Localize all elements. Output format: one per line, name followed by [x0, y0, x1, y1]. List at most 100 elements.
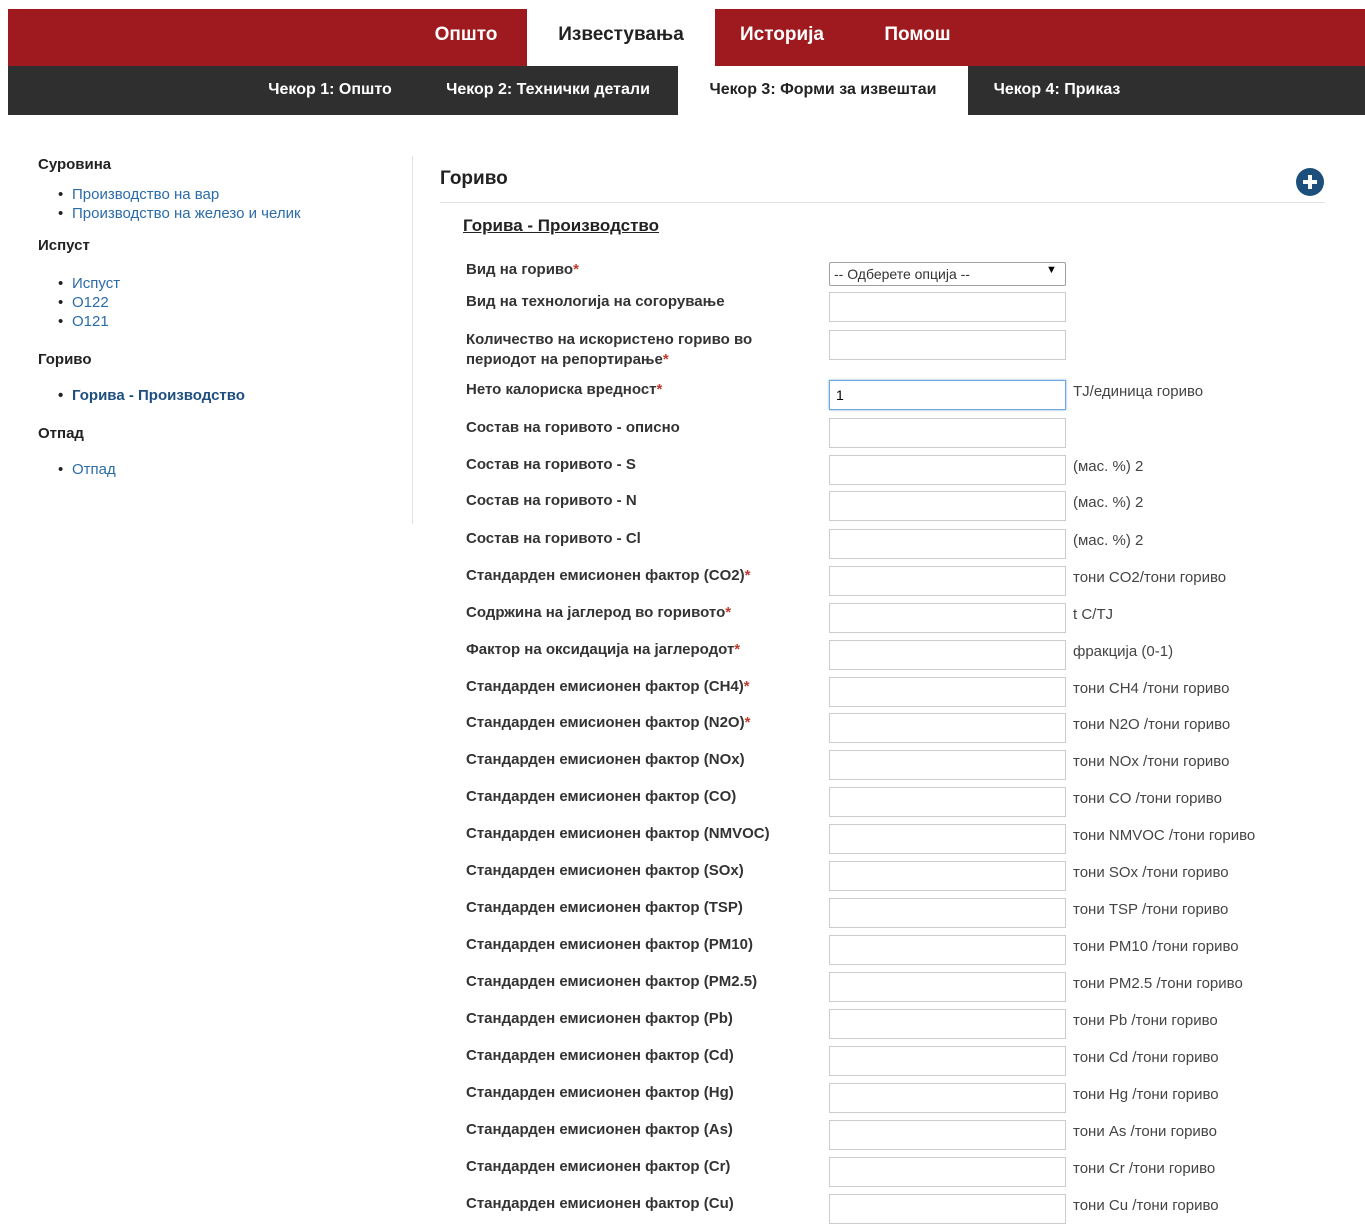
sidebar-item[interactable]: Испуст: [58, 274, 408, 293]
field-label-text: Количество на искористено гориво во пери…: [466, 331, 753, 368]
field-input[interactable]: [829, 713, 1066, 743]
field-label-text: Вид на гориво: [466, 261, 574, 278]
field-label: Стандарден емисионен фактор (NOx): [466, 750, 816, 770]
field-label: Стандарден емисионен фактор (NMVOC): [466, 824, 816, 844]
sidebar-item-link[interactable]: Горива - Производство: [72, 387, 245, 404]
field-input[interactable]: [829, 787, 1066, 817]
field-label: Стандарден емисионен фактор (TSP): [466, 898, 816, 918]
field-input[interactable]: [829, 380, 1066, 410]
sidebar-item-link[interactable]: Производство на вар: [72, 186, 219, 203]
sidebar-group-title: Испуст: [38, 237, 90, 254]
field-label: Состав на горивото - описно: [466, 418, 816, 438]
field-label-text: Стандарден емисионен фактор (CO): [466, 788, 737, 805]
tab-izvestuvanja[interactable]: Известувања: [527, 9, 715, 66]
field-label-text: Состав на горивото - Cl: [466, 530, 641, 547]
plus-circle-icon[interactable]: [1296, 168, 1324, 196]
unit-label: t C/TJ: [1073, 606, 1113, 623]
unit-label: тони As /тони гориво: [1073, 1123, 1217, 1140]
step-3-tab[interactable]: Чекор 3: Форми за извештаи: [678, 66, 968, 115]
field-input[interactable]: [829, 491, 1066, 521]
unit-label: тони PM10 /тони гориво: [1073, 938, 1239, 955]
sidebar-item[interactable]: Производство на вар: [58, 185, 408, 204]
field-label-text: Стандарден емисионен фактор (TSP): [466, 899, 743, 916]
field-label-text: Состав на горивото - описно: [466, 419, 680, 436]
required-asterisk: *: [743, 678, 750, 695]
field-label-text: Стандарден емисионен фактор (SOx): [466, 862, 744, 879]
unit-label: тони SOx /тони гориво: [1073, 864, 1229, 881]
sidebar-group-title: Отпад: [38, 425, 84, 442]
field-label-text: Стандарден емисионен фактор (As): [466, 1121, 733, 1138]
field-label-text: Стандарден емисионен фактор (NOx): [466, 751, 745, 768]
field-input[interactable]: [829, 861, 1066, 891]
unit-label: тони CO2/тони гориво: [1073, 569, 1227, 586]
field-label-text: Стандарден емисионен фактор (PM2.5): [466, 973, 758, 990]
sidebar-item[interactable]: O121: [58, 312, 408, 331]
tab-istorija[interactable]: Историја: [715, 9, 849, 66]
sidebar-item-link[interactable]: Производство на железо и челик: [72, 205, 301, 222]
field-label: Нето калориска вредност*: [466, 380, 816, 400]
field-input[interactable]: [829, 972, 1066, 1002]
fuel-type-select[interactable]: -- Одберете опција --: [829, 262, 1066, 286]
field-label: Стандарден емисионен фактор (Cu): [466, 1194, 816, 1214]
field-input[interactable]: [829, 1083, 1066, 1113]
tab-opshto[interactable]: Општо: [405, 9, 527, 66]
required-asterisk: *: [656, 381, 663, 398]
step-1-tab[interactable]: Чекор 1: Општо: [242, 66, 418, 115]
field-label-text: Состав на горивото - N: [466, 492, 637, 509]
sidebar-divider: [412, 156, 413, 524]
unit-label: тони Cu /тони гориво: [1073, 1197, 1219, 1214]
field-label: Стандарден емисионен фактор (As): [466, 1120, 816, 1140]
step-nav: Чекор 1: Општо Чекор 2: Технички детали …: [8, 66, 1365, 115]
unit-label: тони CO /тони гориво: [1073, 790, 1222, 807]
field-input[interactable]: [829, 330, 1066, 360]
field-input[interactable]: [829, 292, 1066, 322]
field-label: Фактор на оксидација на јаглеродот*: [466, 640, 816, 660]
step-4-tab[interactable]: Чекор 4: Приказ: [968, 66, 1146, 115]
tab-pomosh[interactable]: Помош: [849, 9, 986, 66]
unit-label: тони Hg /тони гориво: [1073, 1086, 1219, 1103]
field-label: Стандарден емисионен фактор (Pb): [466, 1009, 816, 1029]
step-2-tab[interactable]: Чекор 2: Технички детали: [418, 66, 678, 115]
unit-label: тони CH4 /тони гориво: [1073, 680, 1230, 697]
sidebar-item-link[interactable]: Испуст: [72, 275, 120, 292]
field-label-text: Нето калориска вредност: [466, 381, 657, 398]
field-input[interactable]: [829, 750, 1066, 780]
unit-label: фракција (0-1): [1073, 643, 1174, 660]
field-input[interactable]: [829, 1046, 1066, 1076]
unit-label: тони Cd /тони гориво: [1073, 1049, 1219, 1066]
field-input[interactable]: [829, 935, 1066, 965]
field-input[interactable]: [829, 603, 1066, 633]
sidebar-list: Производство на вар Производство на желе…: [38, 185, 408, 223]
field-input[interactable]: [829, 824, 1066, 854]
sidebar-item[interactable]: Производство на железо и челик: [58, 204, 408, 223]
field-input[interactable]: [829, 1194, 1066, 1224]
field-input[interactable]: [829, 455, 1066, 485]
field-label-text: Стандарден емисионен фактор (NMVOC): [466, 825, 770, 842]
field-input[interactable]: [829, 677, 1066, 707]
field-input[interactable]: [829, 1009, 1066, 1039]
field-label-text: Стандарден емисионен фактор (N2O): [466, 714, 745, 731]
sidebar-item[interactable]: Отпад: [58, 460, 408, 479]
unit-label: тони NOx /тони гориво: [1073, 753, 1230, 770]
unit-label: тони N2O /тони гориво: [1073, 716, 1231, 733]
field-input[interactable]: [829, 418, 1066, 448]
sidebar-item-link[interactable]: O121: [72, 313, 109, 330]
unit-label: (мас. %) 2: [1073, 494, 1144, 511]
field-input[interactable]: [829, 529, 1066, 559]
field-label-text: Стандарден емисионен фактор (Cr): [466, 1158, 731, 1175]
sidebar-item-link[interactable]: O122: [72, 294, 109, 311]
sidebar-item-link[interactable]: Отпад: [72, 461, 116, 478]
section-divider: [440, 202, 1325, 203]
sidebar-item-active[interactable]: Горива - Производство: [58, 386, 408, 405]
field-input[interactable]: [829, 1120, 1066, 1150]
field-label: Количество на искористено гориво во пери…: [466, 330, 786, 370]
field-label-text: Стандарден емисионен фактор (Cd): [466, 1047, 734, 1064]
field-input[interactable]: [829, 566, 1066, 596]
field-input[interactable]: [829, 1157, 1066, 1187]
sidebar-group-title: Гориво: [38, 351, 92, 368]
field-input[interactable]: [829, 898, 1066, 928]
field-input[interactable]: [829, 640, 1066, 670]
sidebar-item[interactable]: O122: [58, 293, 408, 312]
sidebar: Суровина Производство на вар Производств…: [38, 156, 408, 493]
field-label-text: Состав на горивото - S: [466, 456, 636, 473]
